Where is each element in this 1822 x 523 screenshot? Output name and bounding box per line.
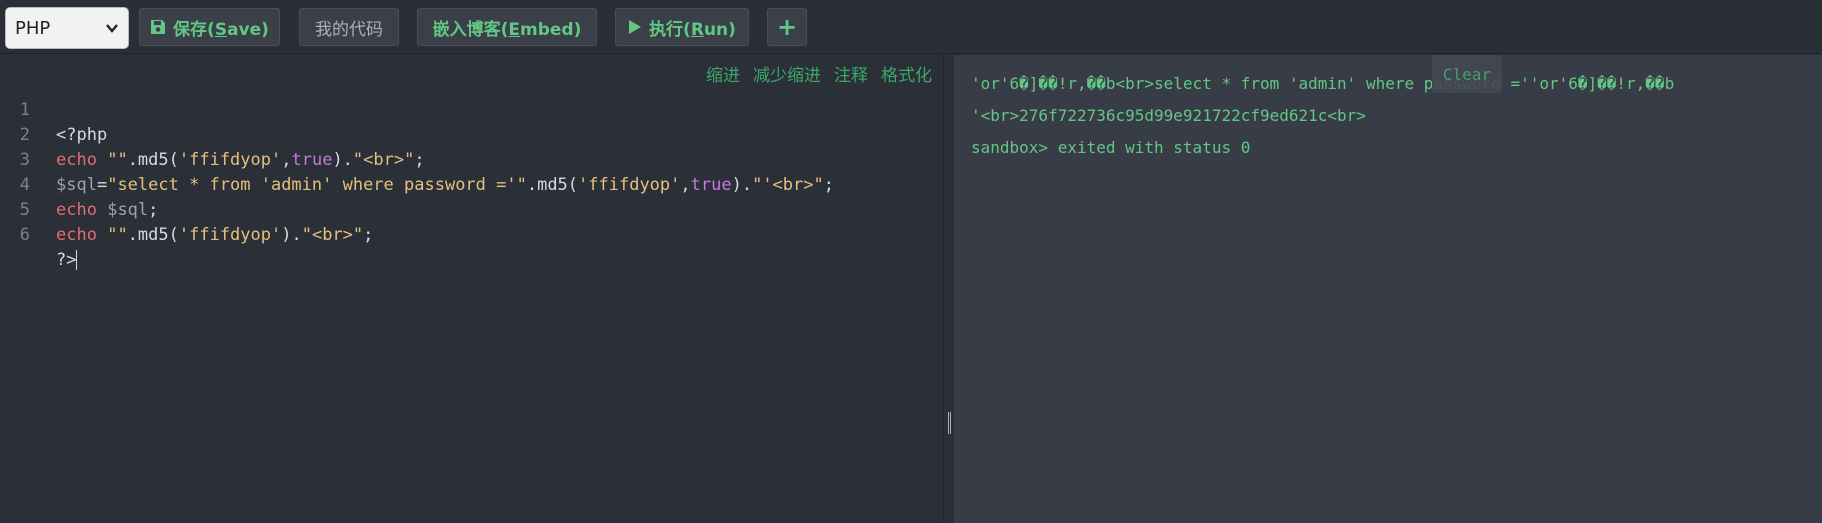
floppy-disk-icon: [151, 20, 166, 34]
run-label: 执行(Run): [649, 19, 736, 40]
language-select-value: PHP: [15, 18, 51, 39]
code-line: 1 <?php: [0, 73, 107, 145]
text-cursor: [76, 250, 78, 270]
editor-tools: 缩进 减少缩进 注释 格式化: [706, 61, 932, 86]
code-line: 3 $sql="select * from 'admin' where pass…: [0, 123, 834, 195]
splitter-grip-icon[interactable]: [948, 412, 951, 434]
my-code-button[interactable]: 我的代码: [299, 8, 399, 46]
run-button[interactable]: 执行(Run): [615, 8, 749, 46]
embed-button[interactable]: 嵌入博客(Embed): [417, 8, 597, 46]
chevron-down-icon: [106, 24, 118, 33]
code-line: 5 echo "".md5('ffifdyop')."<br>";: [0, 173, 374, 245]
line-number: 6: [19, 225, 30, 245]
code-text: echo "".md5('ffifdyop')."<br>";: [56, 225, 374, 245]
pane-splitter[interactable]: [943, 55, 954, 523]
save-button[interactable]: 保存(Save): [139, 8, 280, 46]
code-line: 4 echo $sql;: [0, 148, 159, 220]
code-text: $sql="select * from 'admin' where passwo…: [56, 175, 834, 195]
code-line: 2 echo "".md5('ffifdyop',true)."<br>";: [0, 98, 425, 170]
embed-label: 嵌入博客(Embed): [432, 19, 582, 40]
clear-button[interactable]: Clear: [1432, 55, 1502, 93]
output-line: '<br>276f722736c95d99e921722cf9ed621c<br…: [971, 106, 1366, 125]
code-text: echo "".md5('ffifdyop',true)."<br>";: [56, 150, 425, 170]
output-line: 'or'6�]��!r,��b<br>select * from 'admin'…: [971, 74, 1675, 93]
play-icon: [629, 20, 642, 34]
format-button[interactable]: 格式化: [881, 61, 932, 86]
code-text: <?php: [56, 125, 108, 145]
code-text: ?>: [56, 250, 78, 270]
save-label: 保存(Save): [173, 19, 269, 40]
output-line: sandbox> exited with status 0: [971, 138, 1251, 157]
add-button[interactable]: +: [767, 8, 807, 46]
plus-icon: +: [776, 13, 798, 41]
outdent-button[interactable]: 减少缩进: [753, 61, 821, 86]
code-editor[interactable]: 缩进 减少缩进 注释 格式化 1 <?php 2 echo "".md5('ff…: [0, 55, 943, 523]
indent-button[interactable]: 缩进: [706, 61, 740, 86]
code-text: echo $sql;: [56, 200, 159, 220]
code-line: 6 ?>: [0, 198, 78, 270]
my-code-label: 我的代码: [315, 19, 383, 40]
language-select[interactable]: PHP: [5, 7, 129, 49]
comment-button[interactable]: 注释: [834, 61, 868, 86]
output-panel: 'or'6�]��!r,��b<br>select * from 'admin'…: [954, 55, 1822, 523]
toolbar: PHP 保存(Save) 我的代码 嵌入博客(Embed) 执行(Run) +: [0, 0, 1822, 54]
